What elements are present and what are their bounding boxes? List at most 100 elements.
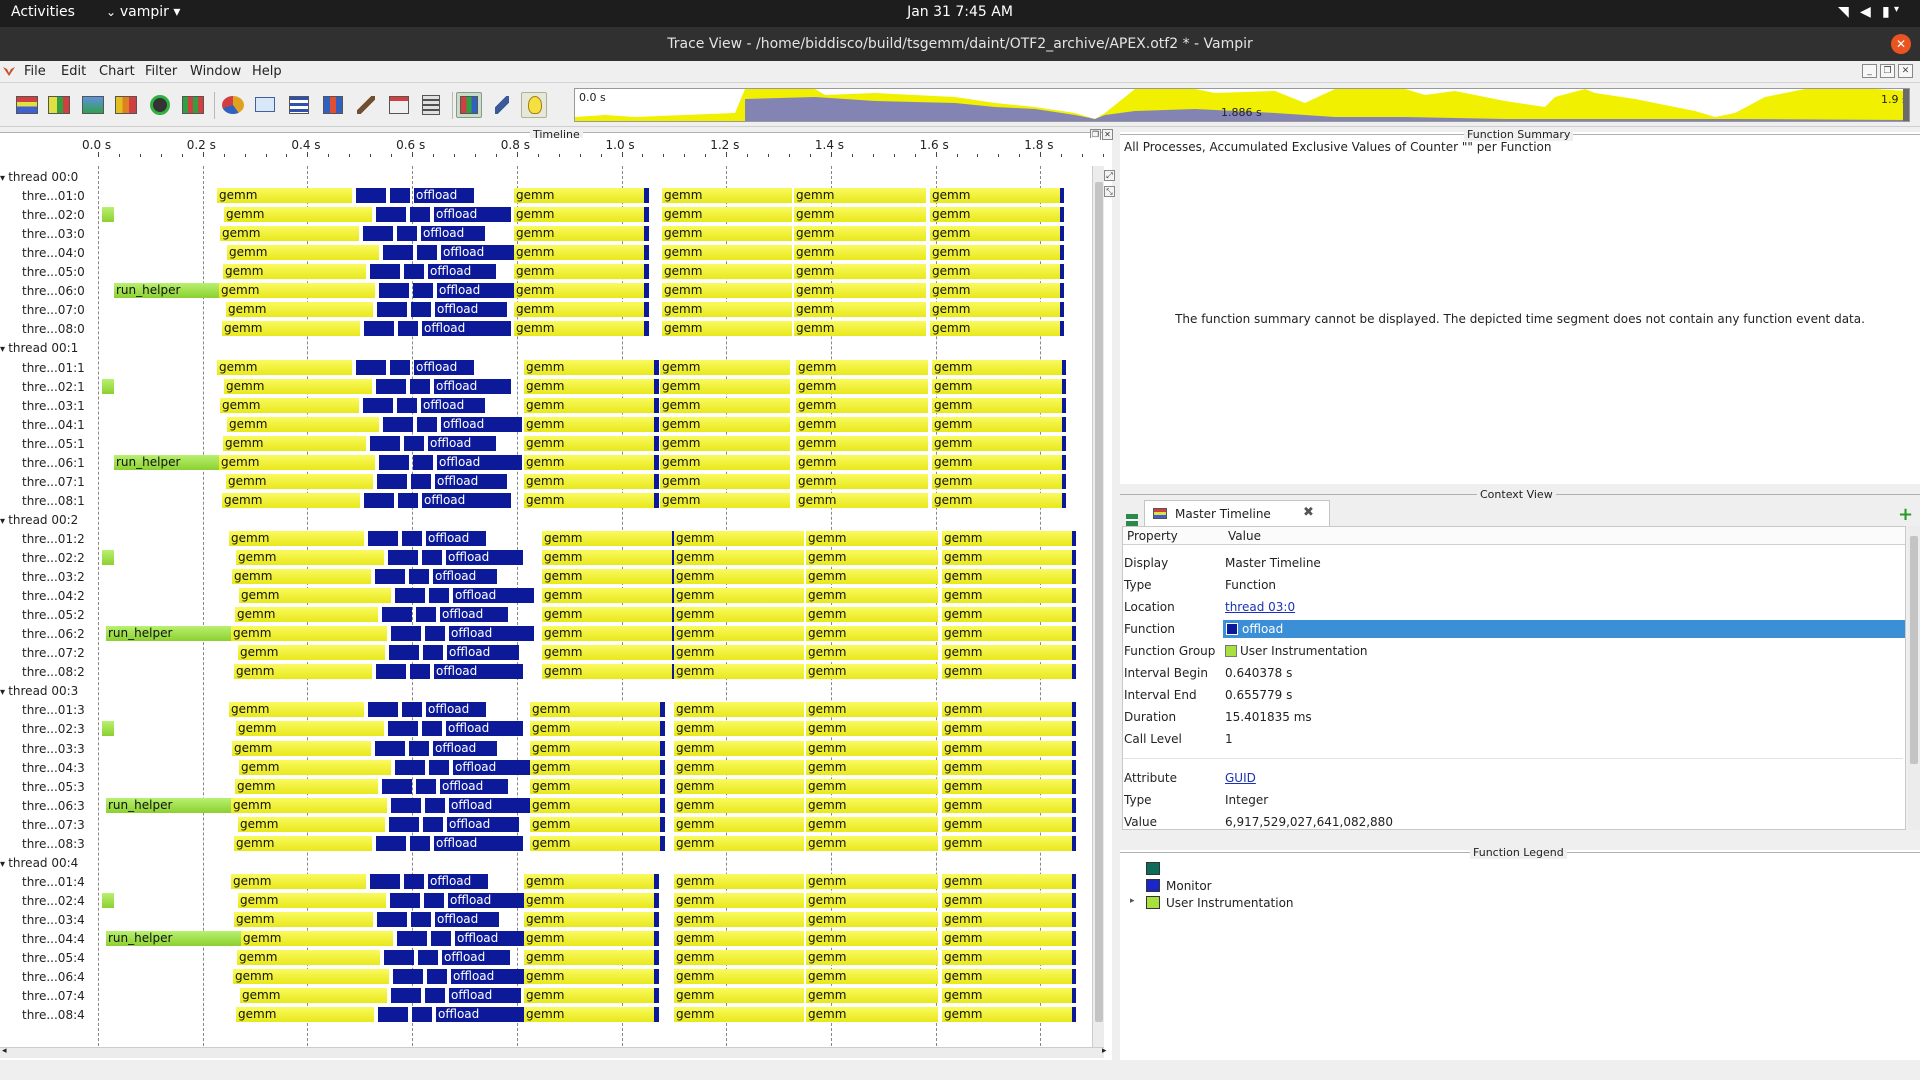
gemm-bar[interactable]: gemm xyxy=(674,835,804,851)
gemm-bar[interactable]: gemm xyxy=(794,264,926,280)
zoom-fit-button[interactable]: ⤢ xyxy=(1104,170,1115,181)
offload-bar[interactable] xyxy=(660,759,665,775)
offload-bar[interactable]: offload xyxy=(446,550,523,565)
gemm-bar[interactable]: gemm xyxy=(806,931,938,946)
gemm-bar[interactable]: gemm xyxy=(806,569,938,585)
gemm-bar[interactable]: gemm xyxy=(932,454,1062,470)
thread-row-label[interactable]: thre...04:2 xyxy=(22,589,122,603)
run-helper-marker[interactable] xyxy=(102,207,114,223)
timeline-rows[interactable]: ▾ thread 00:0 thre...01:0 gemm offload gemm g… xyxy=(0,166,1092,1046)
offload-bar[interactable]: offload xyxy=(436,1007,525,1023)
gemm-bar[interactable]: gemm xyxy=(942,530,1072,546)
collapse-arrow-icon[interactable]: ▾ xyxy=(0,859,8,870)
gemm-bar[interactable]: gemm xyxy=(796,416,928,432)
offload-bar[interactable] xyxy=(391,988,421,1004)
offload-bar[interactable] xyxy=(363,226,393,242)
gemm-bar[interactable]: gemm xyxy=(524,969,654,985)
offload-bar[interactable] xyxy=(370,264,400,280)
offload-bar[interactable]: offload xyxy=(453,759,534,775)
offload-bar[interactable]: offload xyxy=(414,359,474,375)
gemm-bar[interactable]: gemm xyxy=(930,302,1060,318)
gemm-bar[interactable]: gemm xyxy=(660,492,790,508)
gemm-bar[interactable]: gemm xyxy=(524,911,654,927)
thread-row-label[interactable]: thre...01:3 xyxy=(22,703,122,717)
run-helper-bar[interactable]: run_helper xyxy=(114,454,219,470)
offload-bar[interactable] xyxy=(411,473,431,489)
gemm-bar[interactable]: gemm xyxy=(674,759,804,775)
thread-row-label[interactable]: thre...08:1 xyxy=(22,494,122,508)
offload-bar[interactable] xyxy=(356,188,386,204)
gemm-bar[interactable]: gemm xyxy=(806,911,938,927)
gemm-bar[interactable]: gemm xyxy=(794,226,926,242)
offload-bar[interactable]: offload xyxy=(434,835,523,851)
offload-bar[interactable] xyxy=(654,911,659,927)
gemm-bar[interactable]: gemm xyxy=(806,816,938,832)
gemm-bar[interactable]: gemm xyxy=(942,569,1072,585)
gemm-bar[interactable]: gemm xyxy=(530,721,660,737)
scroll-right-icon[interactable]: ▸ xyxy=(1102,1046,1107,1056)
context-tab-master-timeline[interactable]: Master Timeline ✖ xyxy=(1144,500,1330,526)
gemm-bar[interactable]: gemm xyxy=(674,988,804,1004)
gemm-bar[interactable]: gemm xyxy=(942,702,1072,718)
gemm-bar[interactable]: gemm xyxy=(224,378,372,394)
offload-bar[interactable] xyxy=(654,988,659,1004)
offload-bar[interactable]: offload xyxy=(421,397,485,413)
gemm-bar[interactable]: gemm xyxy=(226,473,373,489)
offload-bar[interactable]: offload xyxy=(453,588,534,604)
gemm-bar[interactable]: gemm xyxy=(806,550,938,565)
gemm-bar[interactable]: gemm xyxy=(674,588,804,604)
offload-bar[interactable] xyxy=(395,759,425,775)
offload-bar[interactable] xyxy=(377,302,407,318)
gemm-bar[interactable]: gemm xyxy=(942,892,1072,908)
gemm-bar[interactable]: gemm xyxy=(930,188,1060,204)
offload-bar[interactable]: offload xyxy=(433,740,497,756)
offload-bar[interactable] xyxy=(423,645,443,661)
thread-group-label[interactable]: ▾ thread 00:3 xyxy=(0,684,100,698)
mdi-close-button[interactable]: ✕ xyxy=(1898,64,1913,78)
thread-group-label[interactable]: ▾ thread 00:2 xyxy=(0,513,100,527)
gemm-bar[interactable]: gemm xyxy=(942,778,1072,794)
thread-row-label[interactable]: thre...03:3 xyxy=(22,742,122,756)
offload-bar[interactable] xyxy=(390,892,420,908)
context-scroll-thumb[interactable] xyxy=(1910,536,1918,764)
offload-bar[interactable] xyxy=(363,397,393,413)
offload-bar[interactable] xyxy=(393,969,423,985)
gemm-bar[interactable]: gemm xyxy=(674,740,804,756)
offload-bar[interactable] xyxy=(1062,492,1066,508)
offload-bar[interactable] xyxy=(660,778,665,794)
offload-bar[interactable] xyxy=(382,607,412,623)
counter-timeline-tool-button[interactable] xyxy=(80,92,106,118)
offload-bar[interactable] xyxy=(431,931,451,946)
gemm-bar[interactable]: gemm xyxy=(660,359,790,375)
overview-right-handle[interactable] xyxy=(1903,89,1909,121)
thread-row-label[interactable]: thre...01:1 xyxy=(22,361,122,375)
offload-bar[interactable] xyxy=(375,569,405,585)
gemm-bar[interactable]: gemm xyxy=(524,397,654,413)
offload-bar[interactable] xyxy=(644,264,649,280)
offload-bar[interactable] xyxy=(377,911,407,927)
thread-row-label[interactable]: thre...05:0 xyxy=(22,265,122,279)
gemm-bar[interactable]: gemm xyxy=(238,645,385,661)
gemm-bar[interactable]: gemm xyxy=(796,359,928,375)
thread-row-label[interactable]: thre...07:0 xyxy=(22,303,122,317)
gemm-bar[interactable]: gemm xyxy=(235,778,378,794)
gemm-bar[interactable]: gemm xyxy=(662,283,792,299)
gemm-bar[interactable]: gemm xyxy=(530,797,660,813)
offload-bar[interactable] xyxy=(425,626,445,642)
offload-bar[interactable] xyxy=(404,873,424,889)
offload-bar[interactable] xyxy=(375,740,405,756)
offload-bar[interactable] xyxy=(1072,835,1076,851)
gemm-bar[interactable]: gemm xyxy=(237,950,380,966)
gemm-bar[interactable]: gemm xyxy=(232,569,371,585)
gemm-bar[interactable]: gemm xyxy=(542,645,672,661)
gemm-bar[interactable]: gemm xyxy=(806,950,938,966)
thread-row-label[interactable]: thre...04:0 xyxy=(22,246,122,260)
gemm-bar[interactable]: gemm xyxy=(942,588,1072,604)
offload-bar[interactable] xyxy=(427,969,447,985)
offload-bar[interactable] xyxy=(429,588,449,604)
gemm-bar[interactable]: gemm xyxy=(796,378,928,394)
offload-bar[interactable]: offload xyxy=(426,530,486,546)
gemm-bar[interactable]: gemm xyxy=(932,473,1062,489)
thread-row-label[interactable]: thre...07:3 xyxy=(22,818,122,832)
gemm-bar[interactable]: gemm xyxy=(674,721,804,737)
